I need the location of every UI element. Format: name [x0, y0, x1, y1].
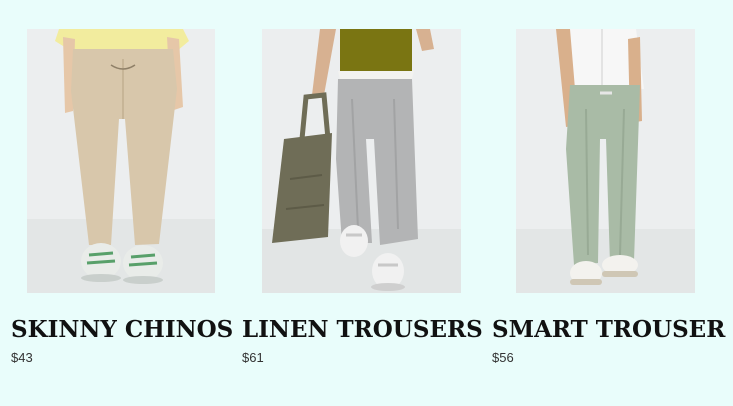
- product-price: $61: [242, 350, 264, 365]
- linen-trousers-photo-illustration: [262, 29, 461, 293]
- product-name[interactable]: LINEN TROUSERS: [242, 318, 483, 341]
- product-price: $43: [11, 350, 33, 365]
- chinos-photo-illustration: [27, 29, 215, 293]
- product-name[interactable]: SMART TROUSER: [492, 318, 725, 341]
- product-image[interactable]: [27, 29, 215, 293]
- product-price: $56: [492, 350, 514, 365]
- product-name[interactable]: SKINNY CHINOS: [11, 318, 233, 341]
- product-image[interactable]: [516, 29, 695, 293]
- product-image[interactable]: [262, 29, 461, 293]
- smart-trouser-photo-illustration: [516, 29, 695, 293]
